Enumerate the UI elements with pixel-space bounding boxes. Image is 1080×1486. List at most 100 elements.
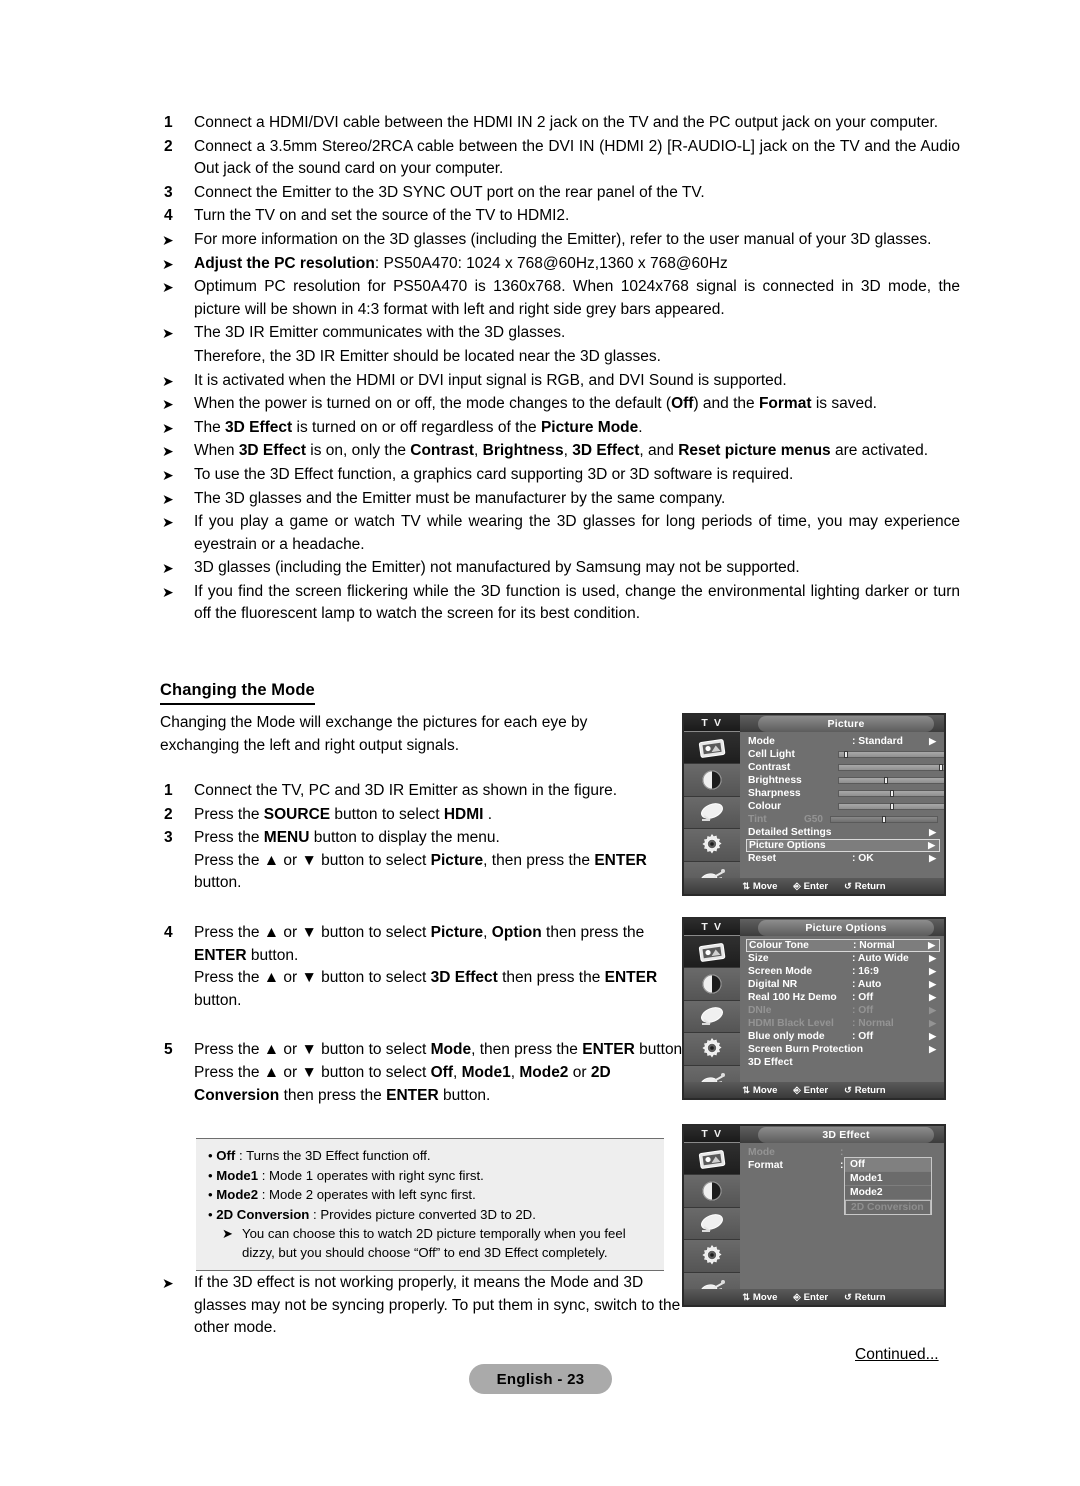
osd-slider[interactable] <box>838 777 944 784</box>
osd-rail-item-channel[interactable] <box>684 796 740 830</box>
osd-row-screen-burn-protection[interactable]: Screen Burn Protection ▶ <box>746 1043 940 1056</box>
chevron-right-icon: ▶ <box>929 827 936 837</box>
osd-row-real-100hz-demo[interactable]: Real 100 Hz Demo : Off ▶ <box>746 991 940 1004</box>
slider-knob[interactable] <box>844 751 849 758</box>
arrow-bullet-icon: ➤ <box>162 396 174 413</box>
setup-icon <box>700 833 724 857</box>
osd-row-colour-tone[interactable]: Colour Tone : Normal ▶ <box>746 939 940 952</box>
osd-rail-item-setup[interactable] <box>684 829 740 862</box>
osd-row-picture-options[interactable]: Picture Options ▶ <box>746 839 940 852</box>
slider-knob[interactable] <box>889 803 894 810</box>
osd-row-blue-only-mode[interactable]: Blue only mode : Off ▶ <box>746 1030 940 1043</box>
osd-mode-dropdown[interactable]: Off Mode1 Mode2 2D Conversion <box>844 1157 932 1215</box>
osd-row-tint: Tint G50 R50 <box>746 813 940 826</box>
osd-rail-item-picture[interactable] <box>684 732 740 765</box>
osd-content: Colour Tone : Normal ▶ Size : Auto Wide … <box>740 936 944 1098</box>
osd-rail-item-sound[interactable] <box>684 1175 740 1208</box>
osd-slider[interactable] <box>838 751 944 758</box>
osd-row-label: Tint <box>748 814 767 825</box>
bullet-item: ➤ If you find the screen flickering whil… <box>160 581 960 626</box>
osd-rail-item-picture[interactable] <box>684 1143 740 1176</box>
slider-knob[interactable] <box>883 777 888 784</box>
arrow-bullet-icon: ➤ <box>162 231 174 248</box>
osd-row-screen-mode[interactable]: Screen Mode : 16:9 ▶ <box>746 965 940 978</box>
osd-row-value: : Off <box>852 1005 874 1016</box>
note-line: • Off : Turns the 3D Effect function off… <box>208 1148 431 1163</box>
osd-titlebar: T V Picture Options <box>684 919 944 936</box>
bullet-text: When the power is turned on or off, the … <box>194 395 877 413</box>
osd-row-label: DNIe <box>748 1005 772 1016</box>
bullet-item: ➤ If the 3D effect is not working proper… <box>160 1272 680 1340</box>
arrow-bullet-icon: ➤ <box>162 466 174 483</box>
osd-title-wrap: Picture <box>740 715 944 732</box>
osd-rail-item-setup[interactable] <box>684 1240 740 1273</box>
step-text: Press the SOURCE button to select HDMI . <box>194 805 493 823</box>
return-arrow-icon: ↺ <box>844 880 852 891</box>
bullet-item: ➤ 3D glasses (including the Emitter) not… <box>160 557 960 580</box>
slider-knob[interactable] <box>938 764 943 771</box>
osd-row-brightness[interactable]: Brightness 45 <box>746 774 944 787</box>
step-text: Press the MENU button to display the men… <box>194 829 647 892</box>
osd-help-enter-label: Enter <box>803 1084 829 1096</box>
bullet-text: If the 3D effect is not working properly… <box>194 1274 681 1337</box>
osd-help-enter-label: Enter <box>803 1291 829 1303</box>
osd-row-value: : OK <box>852 853 874 864</box>
up-down-arrows-icon: ⇅ <box>742 1291 750 1302</box>
dropdown-option-mode1[interactable]: Mode1 <box>845 1172 931 1186</box>
osd-row-value: : Standard <box>852 736 903 747</box>
item-number: 3 <box>164 183 173 201</box>
osd-tint-right-label: R50 <box>944 814 946 825</box>
osd-rail-item-channel[interactable] <box>684 1207 740 1241</box>
osd-row-mode[interactable]: Mode : Standard ▶ <box>746 735 940 748</box>
osd-title: Picture Options <box>758 920 934 936</box>
osd-help-bar: ⇅ Move ⎆ Enter ↺ Return <box>684 1082 944 1098</box>
osd-row-reset[interactable]: Reset : OK ▶ <box>746 852 940 865</box>
osd-row-label: Picture Options <box>749 840 826 851</box>
osd-rail-item-setup[interactable] <box>684 1033 740 1066</box>
osd-row-size[interactable]: Size : Auto Wide ▶ <box>746 952 940 965</box>
osd-row-cell-light[interactable]: Cell Light 7 <box>746 748 944 761</box>
osd-slider[interactable] <box>838 790 944 797</box>
chevron-right-icon: ▶ <box>929 992 936 1002</box>
osd-row-label: Mode <box>748 1147 775 1158</box>
chevron-right-icon: ▶ <box>929 736 936 746</box>
enter-key-icon: ⎆ <box>793 1291 801 1302</box>
osd-row-colour[interactable]: Colour 50 <box>746 800 944 813</box>
bullet-text: The 3D glasses and the Emitter must be m… <box>194 489 726 507</box>
note-desc: Turns the 3D Effect function off. <box>246 1148 431 1163</box>
arrow-bullet-icon: ➤ <box>162 419 174 436</box>
bullet-text: When 3D Effect is on, only the Contrast,… <box>194 442 929 460</box>
osd-slider[interactable] <box>838 803 944 810</box>
osd-rail-item-picture[interactable] <box>684 936 740 969</box>
dropdown-option-mode2[interactable]: Mode2 <box>845 1186 931 1200</box>
osd-row-value: : Auto <box>852 979 882 990</box>
arrow-bullet-icon: ➤ <box>162 583 174 600</box>
osd-rail-item-channel[interactable] <box>684 1000 740 1034</box>
chevron-right-icon: ▶ <box>929 1031 936 1041</box>
osd-slider[interactable] <box>838 764 944 771</box>
section-heading: Changing the Mode <box>160 681 315 705</box>
slider-knob[interactable] <box>889 790 894 797</box>
osd-rail-item-sound[interactable] <box>684 968 740 1001</box>
osd-row-label: Contrast <box>748 762 791 773</box>
dropdown-option-off[interactable]: Off <box>845 1158 931 1172</box>
note-sep: : <box>309 1206 321 1222</box>
bottom-note: ➤ If the 3D effect is not working proper… <box>160 1272 680 1341</box>
osd-row-colon: : <box>840 1160 844 1171</box>
osd-row-3d-effect[interactable]: 3D Effect <box>746 1056 940 1069</box>
osd-rail-item-sound[interactable] <box>684 764 740 797</box>
osd-row-sharpness[interactable]: Sharpness 50 <box>746 787 944 800</box>
up-down-arrows-icon: ⇅ <box>742 880 750 891</box>
osd-row-digital-nr[interactable]: Digital NR : Auto ▶ <box>746 978 940 991</box>
note-line: • Mode2 : Mode 2 operates with left sync… <box>208 1187 476 1202</box>
osd-help-enter: ⎆ Enter <box>793 1085 828 1096</box>
numbered-item: 1 Connect a HDMI/DVI cable between the H… <box>160 112 960 135</box>
note-desc: Mode 1 operates with right sync first. <box>269 1167 484 1183</box>
osd-title: 3D Effect <box>758 1127 934 1143</box>
osd-content: Mode : Standard ▶ Cell Light 7 Contrast … <box>740 732 944 894</box>
osd-row-contrast[interactable]: Contrast 95 <box>746 761 944 774</box>
chevron-right-icon: ▶ <box>929 853 936 863</box>
chevron-right-icon: ▶ <box>929 1005 936 1015</box>
dropdown-option-2d-conversion: 2D Conversion <box>845 1200 931 1214</box>
osd-row-detailed-settings[interactable]: Detailed Settings ▶ <box>746 826 940 839</box>
